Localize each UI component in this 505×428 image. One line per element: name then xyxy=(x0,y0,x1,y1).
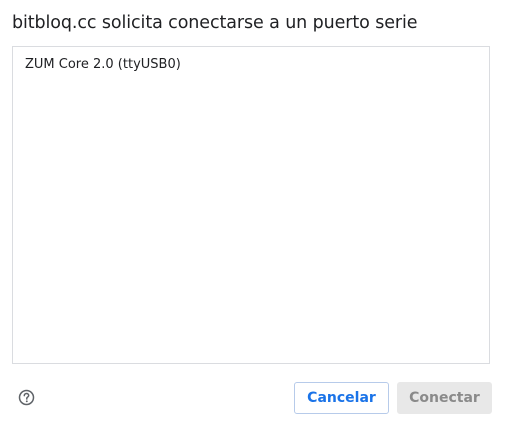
port-list-item[interactable]: ZUM Core 2.0 (ttyUSB0) xyxy=(25,57,181,72)
connect-button[interactable]: Conectar xyxy=(397,382,492,414)
port-list[interactable]: ZUM Core 2.0 (ttyUSB0) xyxy=(12,46,490,364)
help-icon[interactable] xyxy=(18,389,35,406)
serial-port-dialog: bitbloq.cc solicita conectarse a un puer… xyxy=(0,0,505,428)
dialog-title: bitbloq.cc solicita conectarse a un puer… xyxy=(12,13,418,33)
cancel-button[interactable]: Cancelar xyxy=(294,382,389,414)
